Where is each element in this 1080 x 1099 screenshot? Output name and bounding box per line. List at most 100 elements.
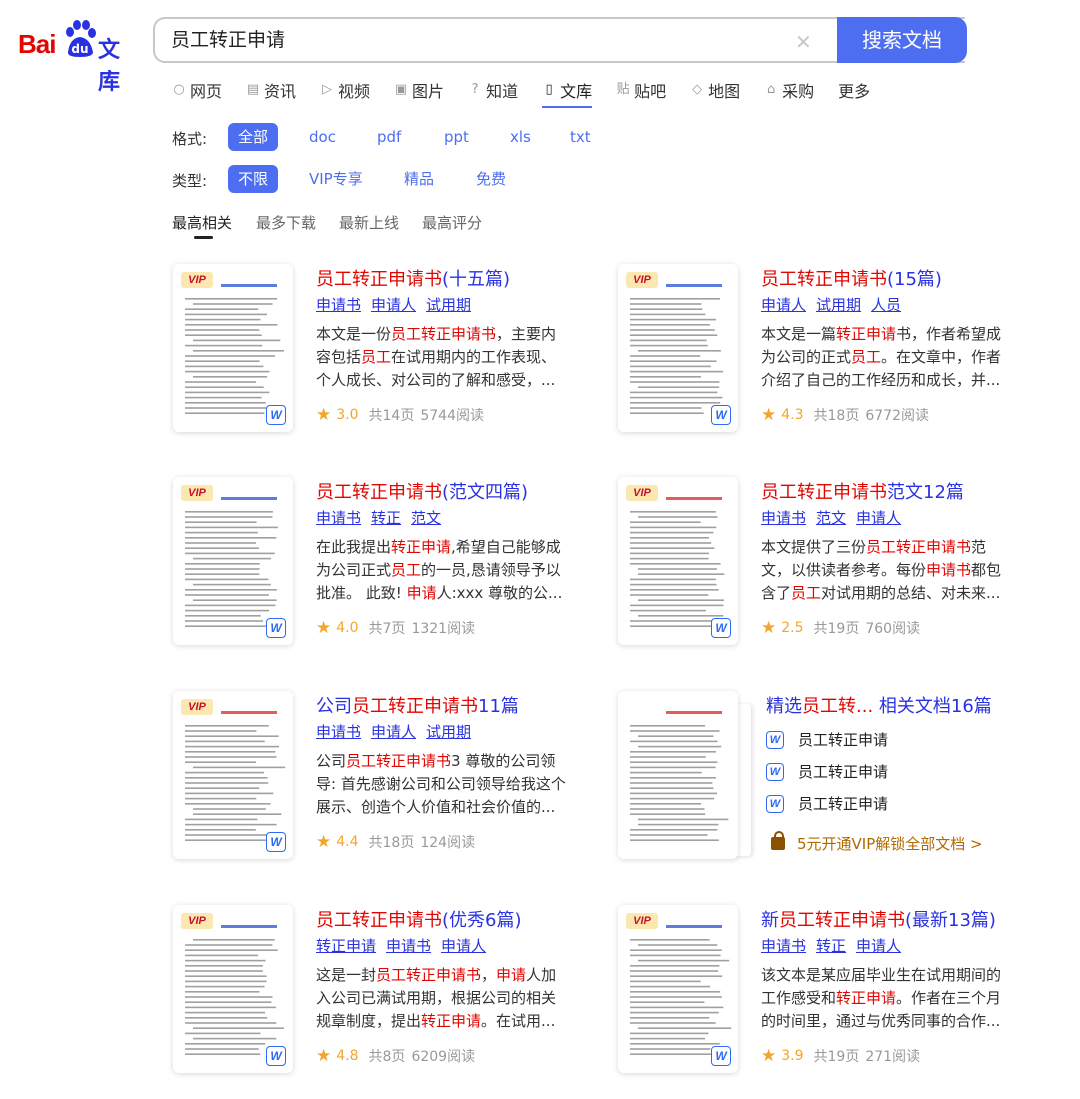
result-tags: 申请书 申请人 试用期 bbox=[316, 721, 481, 742]
tag-link[interactable]: 申请人 bbox=[856, 509, 901, 527]
sort-relevance[interactable]: 最高相关 bbox=[172, 212, 232, 233]
doc-thumbnail[interactable]: VIP W bbox=[173, 264, 293, 432]
format-option-txt[interactable]: txt bbox=[560, 123, 601, 151]
nav-tab-label: 知道 bbox=[486, 82, 519, 101]
tag-link[interactable]: 申请书 bbox=[316, 723, 361, 741]
tag-link[interactable]: 申请书 bbox=[316, 509, 361, 527]
sort-rating[interactable]: 最高评分 bbox=[422, 212, 482, 233]
tag-link[interactable]: 申请人 bbox=[856, 937, 901, 955]
tag-link[interactable]: 转正申请 bbox=[316, 937, 376, 955]
read-count: 6772阅读 bbox=[865, 408, 929, 424]
related-item[interactable]: W 员工转正申请 bbox=[766, 761, 888, 782]
sort-downloads[interactable]: 最多下载 bbox=[256, 212, 316, 233]
lock-icon bbox=[771, 831, 785, 850]
result-title[interactable]: 员工转正申请书范文12篇 bbox=[761, 478, 964, 504]
type-option-any[interactable]: 不限 bbox=[228, 165, 279, 193]
image-icon: ▣ bbox=[394, 82, 408, 97]
doc-thumbnail[interactable]: VIP W bbox=[173, 477, 293, 645]
tag-link[interactable]: 申请人 bbox=[441, 937, 486, 955]
nav-tab-7[interactable]: ◇ 地图 bbox=[690, 78, 740, 102]
search-nav-tabs: ○ 网页 ▤ 资讯 ▷ 视频 ▣ 图片 ? 知道 ▯ 文库 贴贴吧 ◇ 地图 ⌂ 采购 更多 bbox=[172, 78, 894, 108]
tag-link[interactable]: 转正 bbox=[816, 937, 846, 955]
doc-thumbnail[interactable]: VIP W bbox=[173, 691, 293, 859]
format-filter-label: 格式: bbox=[172, 130, 208, 148]
doc-thumbnail[interactable]: VIP W bbox=[618, 905, 738, 1073]
tag-link[interactable]: 试用期 bbox=[426, 723, 471, 741]
nav-tab-2[interactable]: ▷ 视频 bbox=[320, 78, 370, 102]
read-count: 6209阅读 bbox=[411, 1049, 476, 1065]
page-count: 共14页 bbox=[368, 408, 415, 424]
result-title[interactable]: 公司员工转正申请书11篇 bbox=[316, 692, 519, 718]
sort-newest[interactable]: 最新上线 bbox=[339, 212, 399, 233]
nav-tab-4[interactable]: ? 知道 bbox=[468, 78, 518, 102]
format-option-all[interactable]: 全部 bbox=[228, 123, 279, 151]
result-description: 本文是一份员工转正申请书，主要内容包括员工在试用期内的工作表现、个人成长、对公司… bbox=[316, 325, 557, 389]
type-option-vip[interactable]: VIP专享 bbox=[299, 165, 373, 193]
format-option-ppt[interactable]: ppt bbox=[434, 123, 479, 151]
result-title[interactable]: 员工转正申请书(优秀6篇) bbox=[316, 906, 522, 932]
nav-tab-5[interactable]: ▯ 文库 bbox=[542, 78, 593, 108]
result-title[interactable]: 新员工转正申请书(最新13篇) bbox=[761, 906, 996, 932]
related-item[interactable]: W 员工转正申请 bbox=[766, 793, 888, 814]
title-suffix: (15篇) bbox=[887, 269, 942, 290]
nav-tab-9[interactable]: 更多 bbox=[838, 78, 870, 102]
nav-tab-8[interactable]: ⌂ 采购 bbox=[764, 78, 814, 102]
nav-tab-3[interactable]: ▣ 图片 bbox=[394, 78, 444, 102]
tieba-icon: 贴 bbox=[616, 82, 630, 97]
tag-link[interactable]: 范文 bbox=[816, 509, 846, 527]
tag-link[interactable]: 申请书 bbox=[761, 509, 806, 527]
format-option-doc[interactable]: doc bbox=[299, 123, 346, 151]
vip-unlock-link[interactable]: 5元开通VIP解锁全部文档 > bbox=[771, 831, 983, 854]
tag-link[interactable]: 试用期 bbox=[816, 296, 861, 314]
type-option-premium[interactable]: 精品 bbox=[394, 165, 444, 193]
related-docs-title[interactable]: 精选员工转... 相关文档16篇 bbox=[766, 692, 992, 718]
paw-icon: du bbox=[66, 20, 96, 57]
search-button[interactable]: 搜索文档 bbox=[837, 17, 967, 63]
doc-thumbnail[interactable]: VIP W bbox=[173, 905, 293, 1073]
format-option-pdf[interactable]: pdf bbox=[367, 123, 411, 151]
result-description: 本文是一篇转正申请书，作者希望成为公司的正式员工。在文章中，作者介绍了自己的工作… bbox=[761, 325, 1002, 389]
nav-tab-label: 视频 bbox=[338, 82, 371, 101]
result-title[interactable]: 员工转正申请书(十五篇) bbox=[316, 265, 510, 291]
tag-link[interactable]: 申请书 bbox=[316, 296, 361, 314]
result-description: 在此我提出转正申请,希望自己能够成为公司正式员工的一员,恳请领导予以批准。 此致… bbox=[316, 538, 563, 602]
search-input[interactable] bbox=[171, 19, 771, 61]
word-doc-icon: W bbox=[266, 618, 286, 638]
tag-link[interactable]: 范文 bbox=[411, 509, 441, 527]
tag-link[interactable]: 申请人 bbox=[371, 296, 416, 314]
word-doc-icon: W bbox=[266, 1046, 286, 1066]
video-icon: ▷ bbox=[322, 82, 333, 97]
related-doc-thumbnail[interactable] bbox=[618, 691, 738, 859]
baidu-wenku-logo[interactable]: Bai du 文库 bbox=[18, 18, 138, 95]
tag-link[interactable]: 申请书 bbox=[761, 937, 806, 955]
nav-tab-6[interactable]: 贴贴吧 bbox=[616, 78, 667, 102]
nav-tab-label: 地图 bbox=[708, 82, 741, 101]
tag-link[interactable]: 试用期 bbox=[426, 296, 471, 314]
result-meta: ★ 3.0 共14页 5744阅读 bbox=[316, 405, 484, 425]
doc-thumbnail[interactable]: VIP W bbox=[618, 477, 738, 645]
page-count: 共18页 bbox=[368, 835, 415, 851]
type-option-free[interactable]: 免费 bbox=[466, 165, 516, 193]
tag-link[interactable]: 转正 bbox=[371, 509, 401, 527]
vip-badge-icon: VIP bbox=[181, 485, 213, 501]
tag-link[interactable]: 人员 bbox=[871, 296, 901, 314]
tag-link[interactable]: 申请书 bbox=[386, 937, 431, 955]
search-icon: ○ bbox=[173, 82, 185, 97]
doc-thumbnail[interactable]: VIP W bbox=[618, 264, 738, 432]
format-option-xls[interactable]: xls bbox=[500, 123, 541, 151]
title-highlight: 员工转正申请书 bbox=[352, 696, 478, 717]
result-description: 该文本是某应届毕业生在试用期间的工作感受和转正申请。作者在三个月的时间里，通过与… bbox=[761, 966, 1002, 1030]
read-count: 124阅读 bbox=[420, 835, 476, 851]
clear-icon[interactable]: ✕ bbox=[795, 30, 812, 54]
result-title[interactable]: 员工转正申请书(15篇) bbox=[761, 265, 942, 291]
tag-link[interactable]: 申请人 bbox=[761, 296, 806, 314]
doc-icon: ▯ bbox=[545, 82, 553, 97]
nav-tab-1[interactable]: ▤ 资讯 bbox=[246, 78, 296, 102]
result-tags: 申请人 试用期 人员 bbox=[761, 294, 911, 315]
word-doc-icon: W bbox=[766, 730, 784, 749]
related-item[interactable]: W 员工转正申请 bbox=[766, 729, 888, 750]
tag-link[interactable]: 申请人 bbox=[371, 723, 416, 741]
svg-text:du: du bbox=[71, 42, 88, 56]
nav-tab-0[interactable]: ○ 网页 bbox=[172, 78, 222, 102]
result-title[interactable]: 员工转正申请书(范文四篇) bbox=[316, 478, 528, 504]
